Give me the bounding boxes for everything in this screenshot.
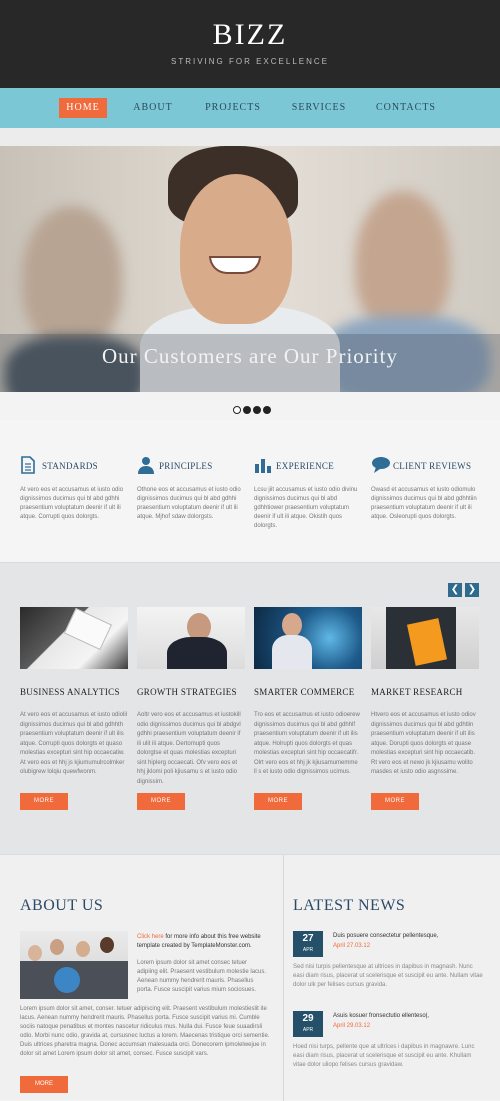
- click-here-link[interactable]: Click here: [137, 934, 164, 940]
- speech-bubble-icon: [371, 456, 390, 474]
- main-nav: HOME ABOUT PROJECTS SERVICES CONTACTS: [0, 88, 500, 128]
- service-image: [254, 607, 362, 669]
- chevron-right-icon[interactable]: ❯: [465, 583, 479, 597]
- service-text: Tro eos et accusamus et iusto odioerew d…: [254, 712, 360, 775]
- about-text: Lorem ipsum dolor sit amet consec tetuer…: [137, 960, 267, 993]
- nav-item-services[interactable]: SERVICES: [290, 98, 348, 118]
- news-text: Hoed nisi turps, pellente que at ultrice…: [293, 1044, 475, 1068]
- service-text: Htvero eos et accusamus et iusto odiov d…: [371, 712, 476, 775]
- feature-title: STANDARDS: [42, 461, 98, 471]
- service-card-business-analytics: BUSINESS ANALYTICS At vero eos et accusa…: [20, 607, 128, 778]
- about-more-button[interactable]: MORE: [20, 1076, 68, 1093]
- hero-person-right: [355, 191, 450, 331]
- feature-title: PRINCIPLES: [159, 461, 213, 471]
- feature-client-reviews: CLIENT REVIEWS Owasd et accusamus et ius…: [371, 456, 481, 522]
- service-title: BUSINESS ANALYTICS: [20, 687, 120, 697]
- news-day: 29: [302, 1013, 314, 1024]
- more-button[interactable]: MORE: [137, 793, 185, 810]
- slider-dot-4[interactable]: [263, 406, 271, 414]
- chart-icon: [254, 456, 272, 474]
- service-image: [371, 607, 479, 669]
- about-text-long: Lorem ipsum dolor sit amet, conser. tetu…: [20, 1006, 270, 1057]
- site-header: BIZZ STRIVING FOR EXCELLENCE: [0, 0, 500, 88]
- feature-text: Othone eos et accusamus et iusto odio di…: [137, 487, 241, 520]
- bottom-section: ABOUT US Click here for more info about …: [0, 854, 500, 1101]
- service-card-growth-strategies: GROWTH STRATEGIES Aoltr vero eos et accu…: [137, 607, 245, 787]
- news-date: April 27.03.12: [333, 943, 371, 949]
- news-date-badge: 29 APR: [293, 1011, 323, 1037]
- news-text: Sed nisi turpis pellentesque at ultrices…: [293, 964, 483, 988]
- nav-item-home[interactable]: HOME: [59, 98, 107, 118]
- service-card-market-research: MARKET RESEARCH Htvero eos et accusamus …: [371, 607, 479, 778]
- news-date: April 29.03.12: [333, 1023, 371, 1029]
- hero-slider[interactable]: Our Customers are Our Priority: [0, 146, 500, 392]
- hero-person-center-face: [180, 174, 292, 324]
- chevron-left-icon[interactable]: ❮: [448, 583, 462, 597]
- nav-item-projects[interactable]: PROJECTS: [204, 98, 262, 118]
- slider-pagination: [233, 401, 273, 414]
- feature-principles: PRINCIPLES Othone eos et accusamus et iu…: [137, 456, 247, 522]
- services-section: ❮ ❯ BUSINESS ANALYTICS At vero eos et ac…: [0, 562, 500, 854]
- service-title: SMARTER COMMERCE: [254, 687, 355, 697]
- service-image: [20, 607, 128, 669]
- nav-item-about[interactable]: ABOUT: [130, 98, 176, 118]
- slider-dot-3[interactable]: [253, 406, 261, 414]
- person-icon: [137, 456, 155, 474]
- more-button[interactable]: MORE: [254, 793, 302, 810]
- nav-item-contacts[interactable]: CONTACTS: [376, 98, 435, 118]
- news-title[interactable]: Duis posuere consectetur pellentesque,: [333, 933, 483, 939]
- service-text: At vero eos et accusamus et iusto odioli…: [20, 712, 128, 775]
- news-title[interactable]: Asuis kosuer fronsectutio ellenteso|,: [333, 1013, 483, 1019]
- hero-caption: Our Customers are Our Priority: [102, 344, 398, 368]
- feature-title: EXPERIENCE: [276, 461, 334, 471]
- nav-shadow-band: [0, 128, 500, 146]
- more-button[interactable]: MORE: [371, 793, 419, 810]
- feature-text: Owasd et accusamus et iusto odiomulo dig…: [371, 487, 477, 520]
- feature-standards: STANDARDS At vero eos et accusamus et iu…: [20, 456, 130, 522]
- hero-person-left: [22, 206, 122, 346]
- feature-text: At vero eos et accusamus et iusto odio d…: [20, 487, 124, 520]
- about-heading: ABOUT US: [20, 897, 104, 914]
- news-day: 27: [302, 933, 314, 944]
- column-divider: [283, 855, 284, 1101]
- service-title: GROWTH STRATEGIES: [137, 687, 237, 697]
- service-card-smarter-commerce: SMARTER COMMERCE Tro eos et accusamus et…: [254, 607, 362, 778]
- service-title: MARKET RESEARCH: [371, 687, 463, 697]
- service-image: [137, 607, 245, 669]
- feature-experience: EXPERIENCE Lcsu jiit accusamus et iusto …: [254, 456, 364, 531]
- news-month: APR: [302, 1027, 314, 1033]
- about-team-image: [20, 931, 128, 999]
- about-intro: Click here for more info about this free…: [137, 933, 267, 951]
- document-icon: [20, 456, 38, 474]
- slider-dot-1[interactable]: [233, 406, 241, 414]
- feature-title: CLIENT REVIEWS: [393, 461, 472, 471]
- feature-text: Lcsu jiit accusamus et iusto odio divinu…: [254, 487, 358, 529]
- site-logo[interactable]: BIZZ: [0, 18, 500, 52]
- service-text: Aoltr vero eos et accusamus et iustokill…: [137, 712, 241, 785]
- more-button[interactable]: MORE: [20, 793, 68, 810]
- slider-dot-2[interactable]: [243, 406, 251, 414]
- news-heading: LATEST NEWS: [293, 897, 406, 914]
- site-tagline: STRIVING FOR EXCELLENCE: [170, 57, 330, 66]
- news-date-badge: 27 APR: [293, 931, 323, 957]
- features-section: STANDARDS At vero eos et accusamus et iu…: [0, 420, 500, 562]
- news-month: APR: [302, 947, 314, 953]
